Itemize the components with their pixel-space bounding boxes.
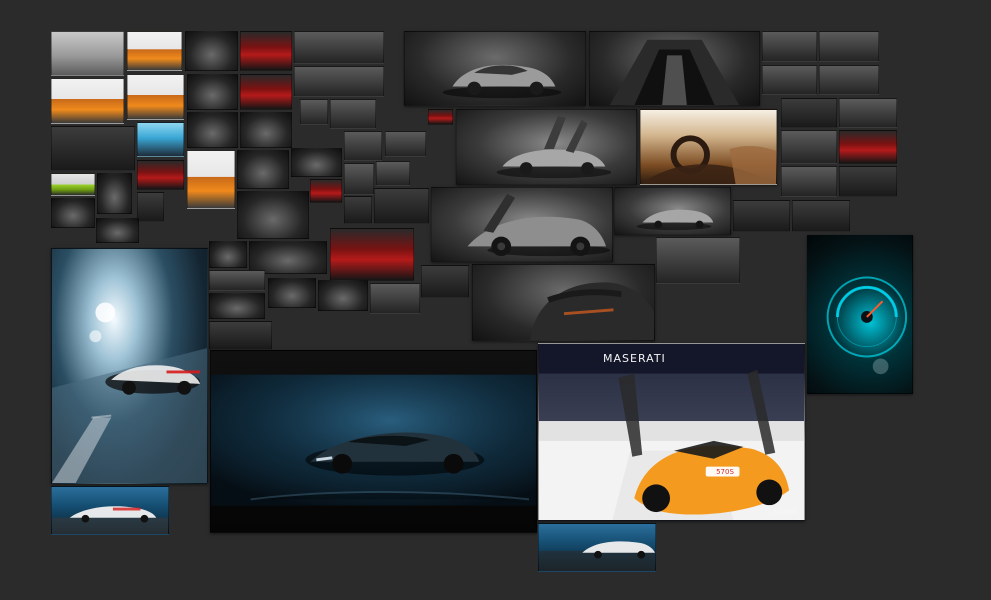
thumbnail-grid-1[interactable]: [762, 31, 817, 62]
thumbnail-tablet[interactable]: [137, 192, 164, 222]
thumbnail-track-bottom[interactable]: [538, 523, 656, 572]
thumbnail-instrument[interactable]: [96, 218, 139, 243]
thumbnail-red-detail[interactable]: [310, 179, 342, 203]
thumbnail-cluster-3[interactable]: [370, 283, 420, 314]
thumbnail-blue-door[interactable]: [137, 122, 184, 157]
thumbnail-grid-10[interactable]: [839, 166, 897, 197]
thumbnail-small-interior[interactable]: [97, 173, 132, 214]
thumbnail-console[interactable]: [294, 66, 384, 97]
photo-silver-studio[interactable]: [404, 31, 586, 106]
thumbnail-grid-4[interactable]: [819, 65, 879, 95]
thumbnail-cluster-1[interactable]: [268, 278, 316, 308]
thumbnail-steering[interactable]: [187, 112, 238, 148]
thumbnail-silver-mclaren[interactable]: [51, 31, 124, 76]
thumbnail-cockpit[interactable]: [185, 31, 238, 71]
thumbnail-switchgear-alt[interactable]: [376, 161, 410, 186]
thumbnail-red-wheel[interactable]: [330, 228, 414, 281]
thumbnail-red-seat[interactable]: [240, 74, 292, 110]
thumbnail-steering-alt[interactable]: [240, 112, 292, 148]
thumbnail-red-interior[interactable]: [240, 31, 292, 71]
thumbnail-digital-cluster[interactable]: [209, 270, 265, 291]
thumbnail-grid-5[interactable]: [781, 98, 837, 128]
license-plate: 570S: [716, 468, 734, 476]
thumbnail-orange-front[interactable]: [127, 74, 184, 120]
image-collage: MASERATI 570S J.J.Smith: [0, 0, 991, 600]
thumbnail-red-accent[interactable]: [428, 109, 453, 125]
thumbnail-gauge-cluster[interactable]: [291, 148, 342, 177]
thumbnail-cluster-2[interactable]: [318, 280, 368, 311]
thumbnail-grid-9[interactable]: [781, 166, 837, 197]
thumbnail-dash-1[interactable]: [209, 241, 247, 268]
thumbnail-dark-side[interactable]: [733, 200, 790, 232]
thumbnail-grid-3[interactable]: [762, 65, 817, 95]
thumbnail-interior-wide[interactable]: [237, 150, 289, 189]
thumbnail-black-mclaren[interactable]: [51, 126, 135, 171]
thumbnail-orange-mclaren[interactable]: [127, 31, 182, 71]
thumbnail-seats[interactable]: [294, 31, 384, 64]
thumbnail-dark-rear[interactable]: [792, 200, 850, 232]
photo-silver-three-quarter[interactable]: [614, 187, 731, 235]
thumbnail-gear-selector[interactable]: [374, 188, 429, 224]
thumbnail-cockpit-wide[interactable]: [237, 191, 309, 239]
thumbnail-orange-rear[interactable]: [51, 78, 124, 124]
thumbnail-controls[interactable]: [421, 265, 469, 298]
thumbnail-display[interactable]: [330, 99, 376, 129]
photo-doors-up[interactable]: [456, 109, 637, 185]
photo-tunnel-motion[interactable]: [51, 248, 208, 484]
thumbnail-controls-top[interactable]: [300, 99, 328, 125]
thumbnail-switchgear[interactable]: [344, 163, 374, 195]
photo-auto-show[interactable]: MASERATI 570S J.J.Smith: [538, 343, 805, 521]
photo-side-profile[interactable]: [431, 187, 613, 262]
thumbnail-grid-2[interactable]: [819, 31, 879, 62]
thumbnail-dashboard[interactable]: [187, 74, 238, 110]
thumbnail-vents[interactable]: [385, 131, 426, 157]
photo-engine-bay[interactable]: [589, 31, 760, 106]
thumbnail-buttons[interactable]: [344, 131, 382, 161]
photo-watermark: J.J.Smith: [769, 508, 798, 516]
photo-rear-detail[interactable]: [472, 264, 655, 341]
thumbnail-dark-cluster[interactable]: [209, 321, 272, 350]
thumbnail-orange-hero[interactable]: [187, 150, 235, 209]
thumbnail-grid-7[interactable]: [781, 130, 837, 164]
photo-gauge-closeup[interactable]: [807, 235, 913, 394]
photo-tan-interior[interactable]: [640, 109, 777, 185]
thumbnail-seat-detail[interactable]: [344, 196, 372, 224]
thumbnail-track-left[interactable]: [51, 486, 169, 535]
thumbnail-silver-small[interactable]: [656, 237, 740, 284]
show-banner-text: MASERATI: [603, 352, 666, 365]
thumbnail-grid-6[interactable]: [839, 98, 897, 128]
thumbnail-red-car[interactable]: [137, 160, 184, 190]
photo-rain-night[interactable]: [210, 350, 537, 533]
thumbnail-lime-mclaren[interactable]: [51, 173, 95, 196]
thumbnail-speedometer[interactable]: [209, 293, 265, 319]
thumbnail-grid-8[interactable]: [839, 130, 897, 164]
thumbnail-wheel-detail[interactable]: [51, 198, 95, 228]
